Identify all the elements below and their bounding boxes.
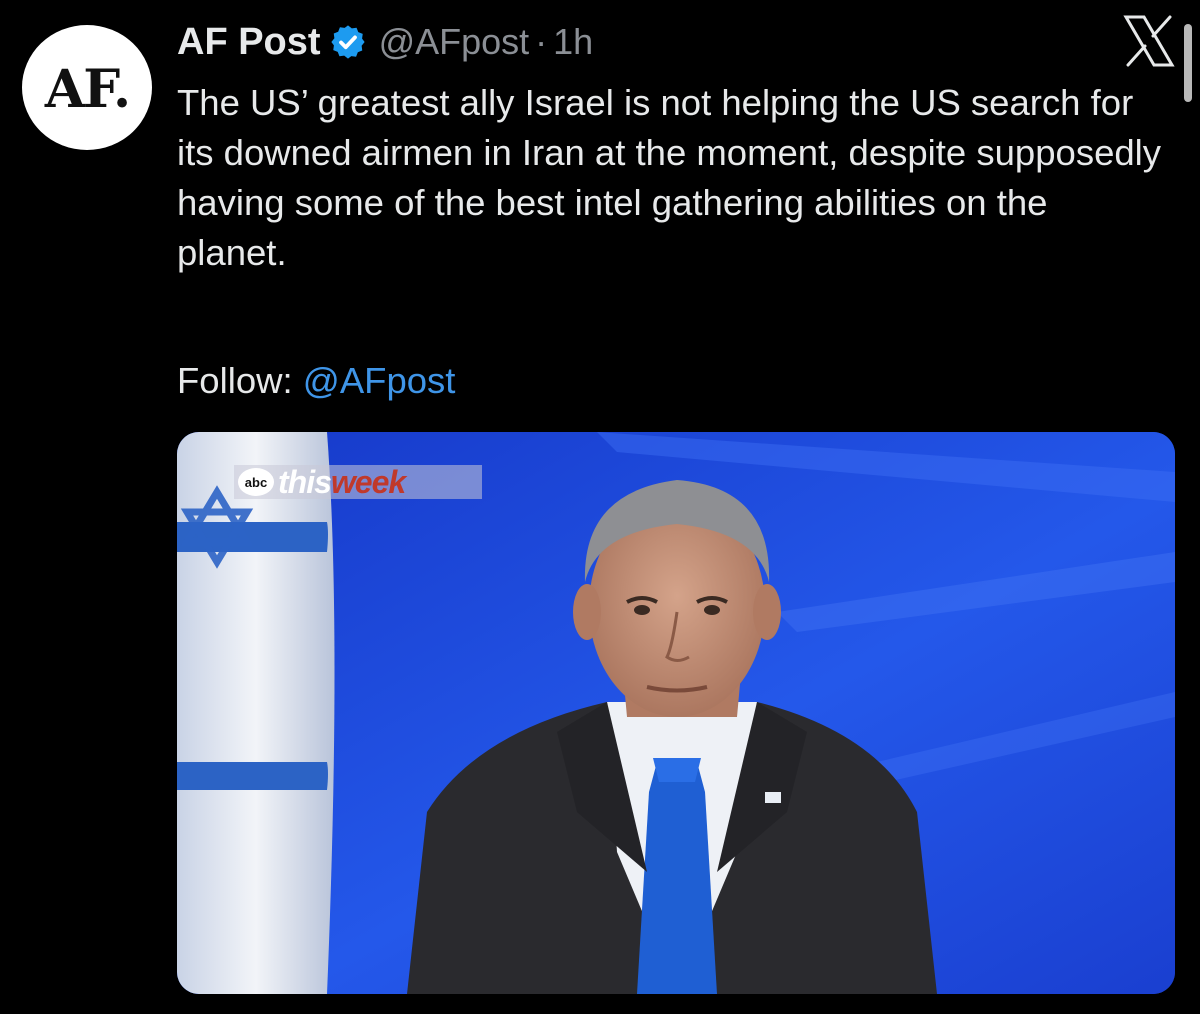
watermark-week: week bbox=[330, 464, 406, 500]
follow-mention-link[interactable]: @AFpost bbox=[303, 360, 456, 401]
follow-line: Follow: @AFpost bbox=[177, 356, 455, 406]
x-logo-icon[interactable] bbox=[1120, 12, 1178, 70]
scrollbar-thumb[interactable] bbox=[1184, 24, 1192, 102]
tweet-header: AF Post @AFpost · 1h bbox=[177, 16, 593, 68]
account-avatar[interactable]: AF. bbox=[22, 25, 152, 150]
broadcast-still-image bbox=[177, 432, 1175, 994]
tweet-media-image[interactable] bbox=[177, 432, 1175, 994]
watermark-this: this bbox=[278, 464, 332, 500]
follow-label: Follow: bbox=[177, 360, 303, 401]
account-handle[interactable]: @AFpost bbox=[379, 21, 530, 63]
avatar-logo-text: AF. bbox=[44, 59, 131, 120]
verified-badge-icon bbox=[330, 25, 365, 59]
tweet-text: The US’ greatest ally Israel is not help… bbox=[177, 82, 1162, 273]
separator-dot: · bbox=[535, 21, 548, 62]
display-name[interactable]: AF Post bbox=[177, 21, 321, 64]
post-timestamp[interactable]: 1h bbox=[553, 21, 593, 63]
abc-logo: abc bbox=[238, 468, 274, 496]
network-watermark: abc this week bbox=[234, 465, 482, 499]
